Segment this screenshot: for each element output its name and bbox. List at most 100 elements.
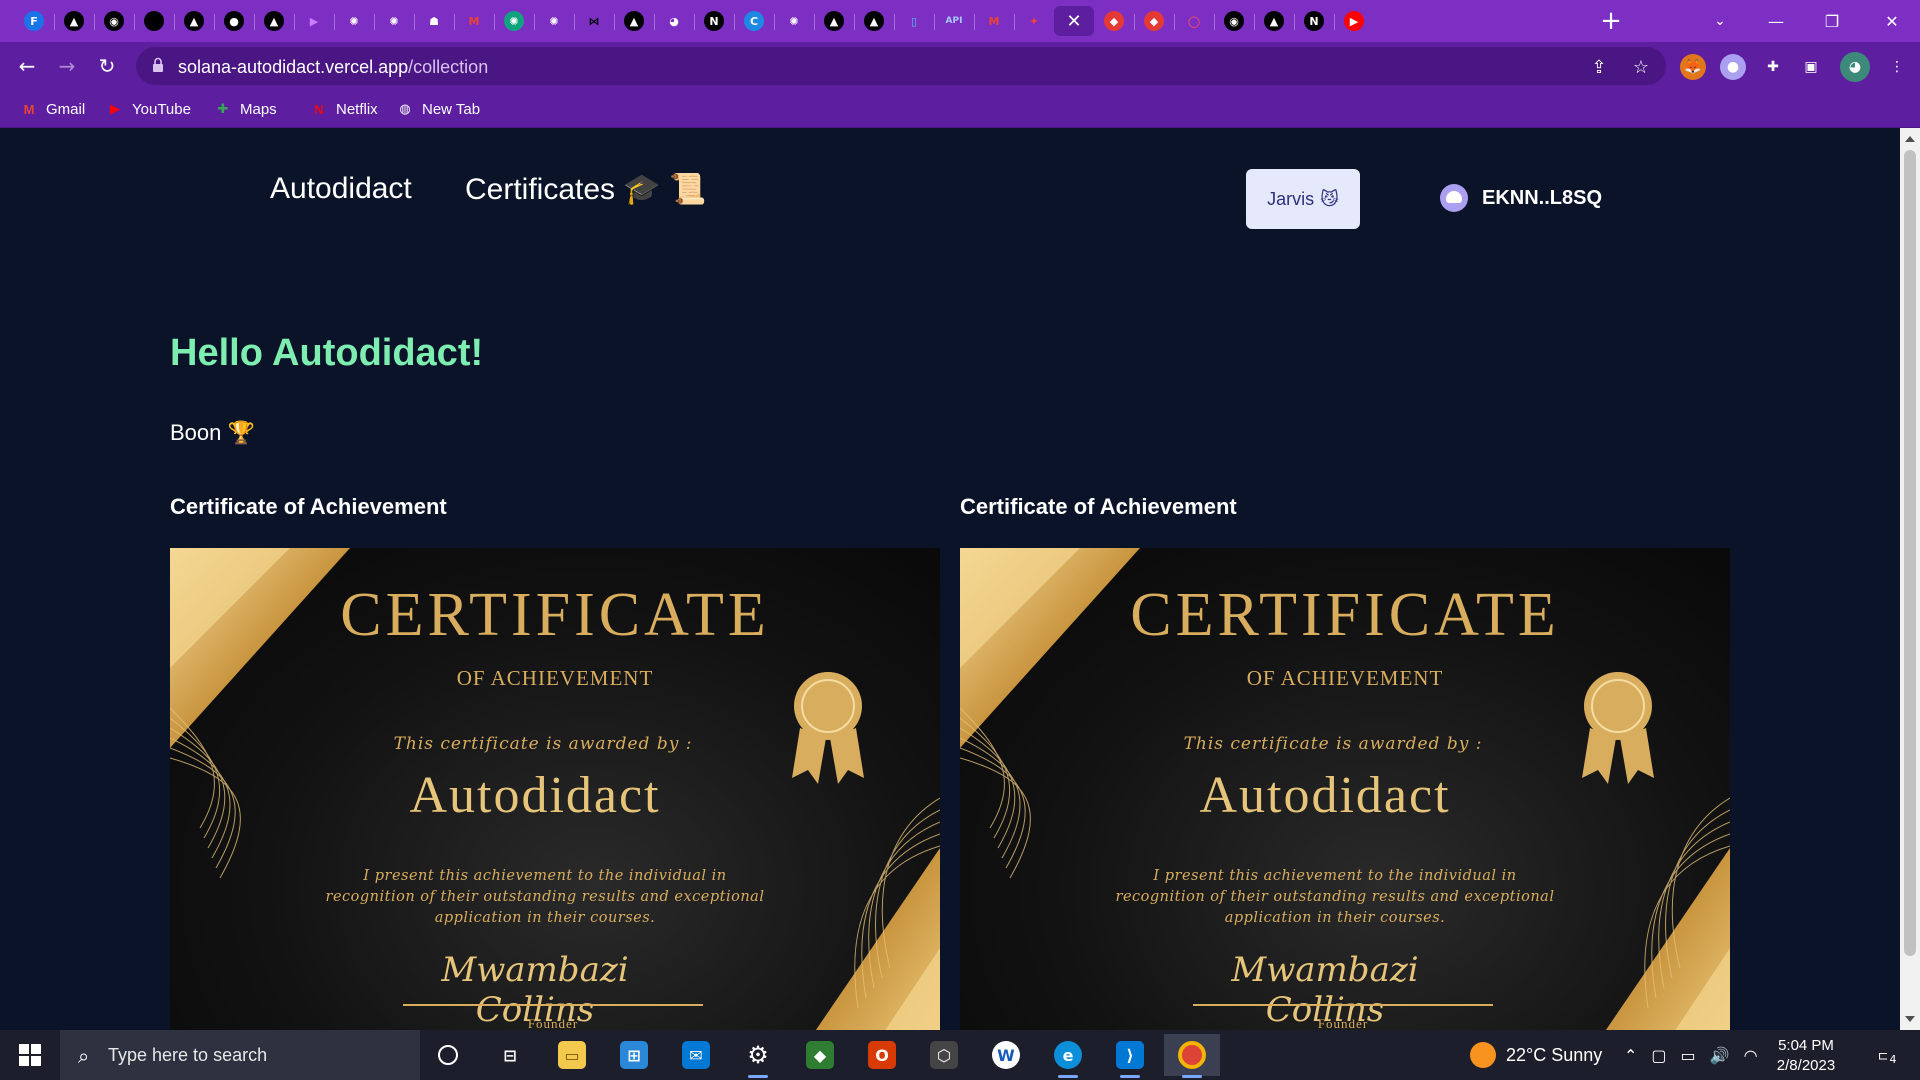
tray-chevron-icon[interactable]: ⌃ bbox=[1624, 1046, 1637, 1065]
browser-tab[interactable]: ✺ bbox=[377, 6, 411, 36]
scrollbar-thumb[interactable] bbox=[1904, 150, 1916, 956]
browser-tab[interactable]: ▶ bbox=[1337, 6, 1371, 36]
browser-tab[interactable]: ✺ bbox=[777, 6, 811, 36]
browser-tab[interactable]: ◆ bbox=[1137, 6, 1171, 36]
tab-favicon-icon: ✺ bbox=[549, 14, 559, 28]
browser-tab[interactable]: ◯ bbox=[1177, 6, 1211, 36]
browser-tab[interactable] bbox=[137, 6, 171, 36]
start-button[interactable] bbox=[0, 1030, 60, 1080]
browser-tab[interactable]: ▲ bbox=[857, 6, 891, 36]
wifi-icon[interactable]: ◠ bbox=[1744, 1046, 1758, 1065]
forward-icon[interactable]: → bbox=[50, 50, 84, 82]
scroll-down-arrow-icon[interactable] bbox=[1905, 1016, 1915, 1022]
tab-favicon-icon: ▲ bbox=[864, 11, 884, 31]
browser-tab[interactable]: ⋈ bbox=[577, 6, 611, 36]
jarvis-label: Jarvis bbox=[1267, 188, 1315, 209]
browser-tab[interactable]: ☗ bbox=[417, 6, 451, 36]
certificate-image[interactable]: CERTIFICATE OF ACHIEVEMENT This certificat… bbox=[170, 548, 940, 1030]
bookmark-favicon-icon: N bbox=[314, 101, 324, 117]
task-view-icon[interactable]: ⊟ bbox=[482, 1034, 538, 1076]
certificate-subtitle: OF ACHIEVEMENT bbox=[1246, 666, 1444, 690]
browser-tab[interactable]: ● bbox=[217, 6, 251, 36]
bookmark-maps[interactable]: ✚ Maps bbox=[214, 98, 277, 120]
browser-tab[interactable]: ✺ bbox=[497, 6, 531, 36]
browser-tab[interactable]: M bbox=[457, 6, 491, 36]
browser-tab[interactable]: ◕ bbox=[657, 6, 691, 36]
bookmark-new-tab[interactable]: ◍ New Tab bbox=[396, 98, 480, 120]
browser-tab[interactable]: F bbox=[17, 6, 51, 36]
bookmark-favicon-icon: M bbox=[23, 101, 35, 117]
bookmark-star-icon[interactable]: ☆ bbox=[1630, 56, 1652, 78]
tab-favicon-icon: ✺ bbox=[504, 11, 524, 31]
word-app-icon[interactable]: W bbox=[978, 1034, 1034, 1076]
share-icon[interactable]: ⇪ bbox=[1588, 56, 1610, 78]
phantom-extension-icon[interactable]: ● bbox=[1720, 54, 1746, 80]
browser-tab[interactable]: ▯ bbox=[897, 6, 931, 36]
metamask-extension-icon[interactable]: 🦊 bbox=[1680, 54, 1706, 80]
close-window-button[interactable]: ✕ bbox=[1864, 0, 1920, 42]
browser-tab[interactable]: N bbox=[697, 6, 731, 36]
profile-avatar[interactable]: ◕ bbox=[1840, 52, 1870, 82]
page-scrollbar[interactable] bbox=[1900, 128, 1920, 1030]
browser-tab-active[interactable]: ✕ bbox=[1054, 6, 1094, 36]
unity-icon[interactable]: ⬡ bbox=[916, 1034, 972, 1076]
browser-tab[interactable]: ◉ bbox=[1217, 6, 1251, 36]
browser-tab[interactable]: ▲ bbox=[257, 6, 291, 36]
cortana-icon[interactable] bbox=[420, 1034, 476, 1076]
address-bar[interactable]: solana-autodidact.vercel.app/collection … bbox=[136, 47, 1666, 85]
side-panel-icon[interactable]: ▣ bbox=[1798, 54, 1824, 80]
certificate-image[interactable]: CERTIFICATE OF ACHIEVEMENT This certificat… bbox=[960, 548, 1730, 1030]
scroll-up-arrow-icon[interactable] bbox=[1905, 136, 1915, 142]
certificate-subtitle: OF ACHIEVEMENT bbox=[456, 666, 654, 690]
chrome-icon[interactable] bbox=[1164, 1034, 1220, 1078]
bookmark-gmail[interactable]: M Gmail bbox=[20, 98, 86, 120]
browser-tab[interactable]: ▲ bbox=[817, 6, 851, 36]
battery-icon[interactable]: ▭ bbox=[1681, 1046, 1696, 1065]
git-kraken-icon[interactable]: ◆ bbox=[792, 1034, 848, 1076]
close-tab-icon[interactable]: ✕ bbox=[1064, 11, 1084, 32]
mail-icon[interactable]: ✉ bbox=[668, 1034, 724, 1076]
taskbar-search-box[interactable]: ⌕ Type here to search bbox=[60, 1030, 420, 1080]
browser-tab[interactable]: M bbox=[977, 6, 1011, 36]
new-tab-button[interactable]: + bbox=[1596, 7, 1626, 35]
browser-tab[interactable]: ▲ bbox=[1257, 6, 1291, 36]
meet-now-icon[interactable]: ▢ bbox=[1651, 1046, 1666, 1065]
back-icon[interactable]: ← bbox=[10, 50, 44, 82]
browser-tab[interactable]: ✺ bbox=[337, 6, 371, 36]
browser-tab[interactable]: ✦ bbox=[1017, 6, 1051, 36]
browser-tab[interactable]: ▶ bbox=[297, 6, 331, 36]
minimize-button[interactable]: — bbox=[1748, 0, 1804, 42]
bookmark-youtube[interactable]: ▶ YouTube bbox=[106, 98, 191, 120]
notification-center-icon[interactable]: ▭ 4 bbox=[1866, 1030, 1906, 1080]
wallet-button[interactable]: EKNN..L8SQ bbox=[1440, 184, 1602, 212]
settings-icon[interactable]: ⚙ bbox=[730, 1034, 786, 1078]
tab-search-icon[interactable]: ⌄ bbox=[1692, 0, 1748, 42]
restore-button[interactable]: ❐ bbox=[1804, 0, 1860, 42]
bookmark-netflix[interactable]: N Netflix bbox=[310, 98, 377, 120]
browser-tab[interactable]: ✺ bbox=[537, 6, 571, 36]
vscode-icon[interactable]: ⟩ bbox=[1102, 1034, 1158, 1078]
nav-link-certificates[interactable]: Certificates 🎓 📜 bbox=[465, 172, 706, 207]
microsoft-store-icon[interactable]: ⊞ bbox=[606, 1034, 662, 1076]
site-brand[interactable]: Autodidact bbox=[270, 172, 412, 206]
browser-tab[interactable]: API bbox=[937, 6, 971, 36]
edge-icon[interactable]: e bbox=[1040, 1034, 1096, 1078]
browser-tab[interactable]: ◆ bbox=[1097, 6, 1131, 36]
jarvis-button[interactable]: Jarvis 😼 bbox=[1246, 169, 1360, 229]
reload-icon[interactable]: ↻ bbox=[90, 50, 124, 82]
browser-tab[interactable]: ◉ bbox=[97, 6, 131, 36]
extensions-puzzle-icon[interactable]: ✚ bbox=[1760, 54, 1786, 80]
browser-tab[interactable]: ▲ bbox=[177, 6, 211, 36]
browser-tab[interactable]: ▲ bbox=[617, 6, 651, 36]
tab-separator bbox=[174, 14, 175, 30]
browser-tab[interactable]: N bbox=[1297, 6, 1331, 36]
taskbar-clock[interactable]: 5:04 PM 2/8/2023 bbox=[1766, 1036, 1846, 1076]
office-icon[interactable]: O bbox=[854, 1034, 910, 1076]
file-explorer-icon[interactable]: ▭ bbox=[544, 1034, 600, 1076]
browser-tab[interactable]: ▲ bbox=[57, 6, 91, 36]
tab-separator bbox=[774, 14, 775, 30]
browser-tab[interactable]: C bbox=[737, 6, 771, 36]
chrome-menu-icon[interactable]: ⋮ bbox=[1884, 54, 1910, 80]
weather-widget[interactable]: 22°C Sunny bbox=[1470, 1030, 1602, 1080]
volume-icon[interactable]: 🔊 bbox=[1710, 1046, 1730, 1065]
